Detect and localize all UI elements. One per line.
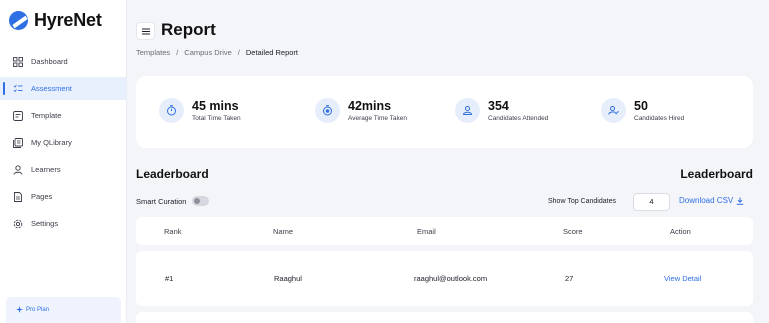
smart-curation: Smart Curation (136, 196, 210, 206)
cell-score: 27 (565, 274, 574, 283)
sidebar-item-assessment[interactable]: Assessment (0, 77, 127, 100)
sidebar-item-label: Dashboard (31, 57, 68, 66)
sidebar-item-my-qlibrary[interactable]: My QLibrary (0, 131, 127, 154)
table-row: #1 Raaghul raaghul@outlook.com 27 View D… (136, 251, 753, 306)
show-top-input[interactable]: 4 (633, 193, 670, 211)
download-icon (737, 197, 744, 205)
breadcrumb-item-templates[interactable]: Templates (136, 48, 170, 57)
pro-plan-label: Pro Plan (26, 307, 50, 313)
breadcrumb-item-current: Detailed Report (245, 48, 299, 57)
dashboard-icon (12, 56, 23, 67)
smart-curation-toggle[interactable] (192, 196, 210, 206)
column-header-score[interactable]: Score (563, 227, 583, 236)
stat-value: 50 (634, 99, 648, 113)
library-icon (12, 137, 23, 148)
sidebar-item-label: Template (31, 111, 62, 120)
column-header-name[interactable]: Name (273, 227, 293, 236)
stat-candidates-hired: 50 Candidates Hired (601, 98, 684, 123)
stat-label: Total Time Taken (192, 115, 241, 122)
column-header-email[interactable]: Email (417, 227, 436, 236)
breadcrumb-separator: / (237, 48, 240, 57)
sidebar-item-learners[interactable]: Learners (0, 158, 127, 181)
stat-label: Candidates Attended (488, 115, 549, 122)
sidebar-item-pages[interactable]: Pages (0, 185, 127, 208)
template-icon (12, 110, 23, 121)
leaderboard-title-right: Leaderboard (680, 167, 753, 181)
column-header-rank[interactable]: Rank (164, 227, 182, 236)
candidates-icon (455, 98, 480, 123)
cell-rank: #1 (165, 274, 174, 283)
column-header-action: Action (670, 227, 691, 236)
table-header: Rank Name Email Score Action (136, 217, 753, 245)
stat-candidates-attended: 354 Candidates Attended (455, 98, 548, 123)
view-detail-link[interactable]: View Detail (664, 274, 701, 283)
sidebar-item-dashboard[interactable]: Dashboard (0, 50, 127, 73)
sidebar-item-template[interactable]: Template (0, 104, 127, 127)
stat-label: Average Time Taken (348, 115, 408, 122)
stat-average-time: 42mins Average Time Taken (315, 98, 407, 123)
leaderboard-title: Leaderboard (136, 167, 209, 181)
sidebar-item-label: Learners (31, 165, 61, 174)
page-title: Report (161, 20, 216, 39)
pro-plan-badge[interactable]: Pro Plan (6, 297, 121, 323)
sidebar-item-label: My QLibrary (31, 138, 72, 147)
table-row (136, 312, 753, 323)
logo[interactable]: HyreNet (9, 10, 102, 31)
sidebar-nav: Dashboard Assessment Template My QLibrar… (0, 50, 127, 239)
stat-value: 42mins (348, 99, 392, 113)
stat-value: 45 mins (192, 99, 239, 113)
learners-icon (12, 164, 23, 175)
hamburger-icon (141, 28, 150, 34)
sidebar: HyreNet Dashboard Assessment Template My… (0, 0, 127, 323)
average-timer-icon (315, 98, 340, 123)
download-csv-label: Download CSV (679, 196, 734, 205)
sidebar-item-label: Settings (31, 219, 59, 228)
cell-email: raaghul@outlook.com (414, 274, 488, 283)
logo-icon (9, 11, 28, 30)
stat-total-time: 45 mins Total Time Taken (159, 98, 241, 123)
breadcrumb: Templates / Campus Drive / Detailed Repo… (136, 48, 298, 57)
settings-icon (12, 218, 23, 229)
sidebar-item-settings[interactable]: Settings (0, 212, 127, 235)
show-top-label: Show Top Candidates (548, 198, 616, 205)
sparkle-icon (16, 305, 23, 315)
timer-icon (159, 98, 184, 123)
stats-card: 45 mins Total Time Taken 42mins Average … (136, 76, 753, 148)
breadcrumb-separator: / (176, 48, 179, 57)
stat-value: 354 (488, 99, 509, 113)
sidebar-item-label: Assessment (31, 84, 72, 93)
sidebar-item-label: Pages (31, 192, 53, 201)
breadcrumb-item-campus-drive[interactable]: Campus Drive (184, 48, 232, 57)
download-csv-button[interactable]: Download CSV (679, 196, 744, 205)
assessment-icon (12, 83, 23, 94)
brand-name: HyreNet (34, 10, 102, 30)
cell-name: Raaghul (274, 274, 302, 283)
hired-icon (601, 98, 626, 123)
stat-label: Candidates Hired (634, 115, 685, 122)
menu-toggle-button[interactable] (136, 22, 155, 40)
pages-icon (12, 191, 23, 202)
smart-curation-label: Smart Curation (136, 196, 187, 206)
